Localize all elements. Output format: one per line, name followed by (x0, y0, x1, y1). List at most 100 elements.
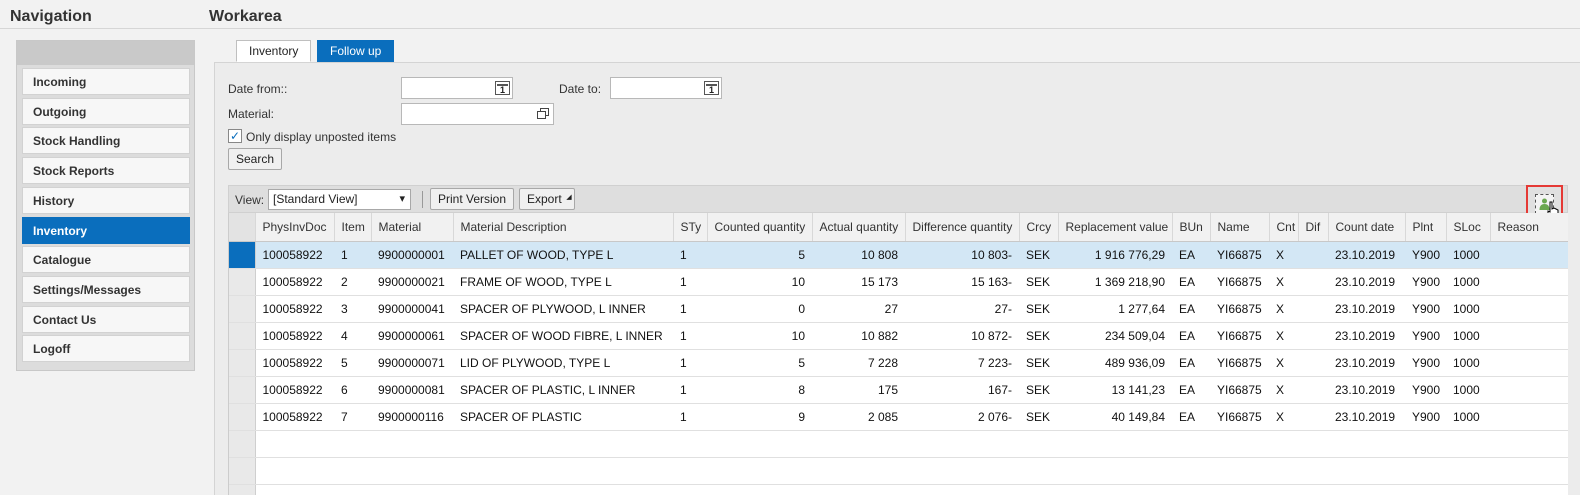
column-header[interactable]: Dif (1298, 213, 1329, 242)
sidebar-item-catalogue[interactable]: Catalogue (22, 246, 190, 274)
workarea-title: Workarea (209, 8, 282, 25)
table-row[interactable]: 100058922 5 9900000071 LID OF PLYWOOD, TYPE… (229, 349, 1568, 377)
table-cell: 6 (334, 376, 371, 404)
table-row[interactable]: 100058922 4 9900000061 SPACER OF WOOD FIBRE… (229, 322, 1568, 350)
value-help-icon[interactable] (537, 108, 550, 120)
table-cell: 23.10.2019 (1328, 268, 1405, 296)
tab-inventory[interactable]: Inventory (236, 40, 312, 62)
table-cell: 5 (707, 241, 812, 269)
table-cell: 40 149,84 (1058, 403, 1172, 431)
table-cell (1490, 376, 1568, 404)
column-header[interactable]: Material (371, 213, 454, 242)
table-cell: LID OF PLYWOOD, TYPE L (453, 349, 673, 377)
table-row[interactable]: 100058922 1 9900000001 PALLET OF WOOD, TYPE… (229, 241, 1568, 269)
column-header[interactable]: Counted quantity (707, 213, 813, 242)
empty-row (229, 484, 1568, 495)
table-cell: 1 369 218,90 (1058, 268, 1172, 296)
table-cell: Y900 (1405, 376, 1446, 404)
column-header[interactable]: BUn (1172, 213, 1211, 242)
table-cell (255, 430, 334, 458)
table-cell: 100058922 (255, 241, 334, 269)
material-field[interactable] (401, 103, 554, 125)
table-cell (1172, 484, 1210, 495)
column-header[interactable]: Actual quantity (812, 213, 906, 242)
table-cell (255, 484, 334, 495)
table-row[interactable]: 100058922 7 9900000116 SPACER OF PLASTIC 1 9 2… (229, 403, 1568, 431)
table-cell (1446, 484, 1490, 495)
row-selector[interactable] (229, 241, 256, 269)
column-header[interactable]: Plnt (1405, 213, 1447, 242)
column-header[interactable]: Item (334, 213, 372, 242)
sidebar-item-stock-reports[interactable]: Stock Reports (22, 157, 190, 185)
date-to-field[interactable]: 1 (610, 77, 722, 99)
search-button[interactable]: Search (228, 148, 283, 170)
column-header[interactable]: STy (673, 213, 708, 242)
sidebar-item-outgoing[interactable]: Outgoing (22, 97, 190, 125)
sidebar-item-contact-us[interactable]: Contact Us (22, 305, 190, 333)
sidebar-item-stock-handling[interactable]: Stock Handling (22, 127, 190, 155)
table-cell (1490, 241, 1568, 269)
sidebar-item-history[interactable]: History (22, 186, 190, 214)
table-toolbar: View: [Standard View] ▾ Print Version Ex… (228, 185, 1568, 213)
table-cell: EA (1172, 322, 1210, 350)
column-header[interactable]: Material Description (453, 213, 674, 242)
table-cell: 8 (707, 376, 812, 404)
row-selector[interactable] (229, 322, 256, 350)
column-header[interactable]: Name (1210, 213, 1270, 242)
export-button[interactable]: Export ◢ (519, 188, 575, 210)
calendar-icon[interactable]: 1 (704, 81, 719, 95)
row-selector[interactable] (229, 349, 256, 377)
only-unposted-label: Only display unposted items (246, 130, 397, 144)
table-cell (673, 484, 707, 495)
table-cell (707, 457, 812, 485)
column-header[interactable]: Difference quantity (905, 213, 1020, 242)
column-header[interactable]: Cnt (1269, 213, 1299, 242)
table-cell: 100058922 (255, 376, 334, 404)
table-cell (334, 457, 371, 485)
row-selector[interactable] (229, 403, 256, 431)
empty-row (229, 430, 1568, 458)
column-header[interactable]: PhysInvDoc (255, 213, 335, 242)
table-cell: EA (1172, 268, 1210, 296)
only-unposted-checkbox[interactable]: ✓ (228, 129, 242, 143)
sidebar-item-settings-messages[interactable]: Settings/Messages (22, 275, 190, 303)
print-version-button[interactable]: Print Version (430, 188, 515, 210)
table-cell: 3 (334, 295, 371, 323)
sidebar-item-logoff[interactable]: Logoff (22, 335, 190, 363)
row-selector[interactable] (229, 376, 256, 404)
table-cell: Y900 (1405, 322, 1446, 350)
view-select[interactable]: [Standard View] ▾ (268, 189, 411, 210)
table-cell (371, 430, 453, 458)
date-from-field[interactable]: 1 (401, 77, 513, 99)
sidebar-item-inventory[interactable]: Inventory (22, 216, 190, 244)
table-cell: SPACER OF PLASTIC, L INNER (453, 376, 673, 404)
column-header[interactable]: Reason (1490, 213, 1568, 242)
tab-follow-up[interactable]: Follow up (317, 40, 395, 62)
table-cell: 1000 (1446, 295, 1490, 323)
table-row[interactable]: 100058922 6 9900000081 SPACER OF PLASTIC, L… (229, 376, 1568, 404)
sidebar-item-incoming[interactable]: Incoming (22, 68, 190, 95)
row-selector[interactable] (229, 268, 256, 296)
table-cell: Y900 (1405, 295, 1446, 323)
table-cell: Y900 (1405, 403, 1446, 431)
table-row[interactable]: 100058922 2 9900000021 FRAME OF WOOD, TYPE … (229, 268, 1568, 296)
column-header[interactable]: SLoc (1446, 213, 1491, 242)
column-header[interactable]: Crcy (1019, 213, 1059, 242)
table-cell: EA (1172, 349, 1210, 377)
table-cell (905, 457, 1019, 485)
row-selector[interactable] (229, 295, 256, 323)
column-header[interactable]: Replacement value (1058, 213, 1173, 242)
column-header[interactable]: Count date (1328, 213, 1406, 242)
table-cell: 13 141,23 (1058, 376, 1172, 404)
table-cell: 100058922 (255, 322, 334, 350)
calendar-icon[interactable]: 1 (495, 81, 510, 95)
table-cell: YI66875 (1210, 349, 1269, 377)
table-cell: 1000 (1446, 403, 1490, 431)
table-cell (371, 457, 453, 485)
export-button-label: Export (527, 192, 562, 206)
navigation-panel: Incoming Outgoing Stock Handling Stock Repo… (16, 40, 195, 371)
table-cell (1490, 457, 1568, 485)
select-all-cell[interactable] (229, 213, 256, 242)
table-row[interactable]: 100058922 3 9900000041 SPACER OF PLYWOOD, L… (229, 295, 1568, 323)
table-cell: 167- (905, 376, 1019, 404)
